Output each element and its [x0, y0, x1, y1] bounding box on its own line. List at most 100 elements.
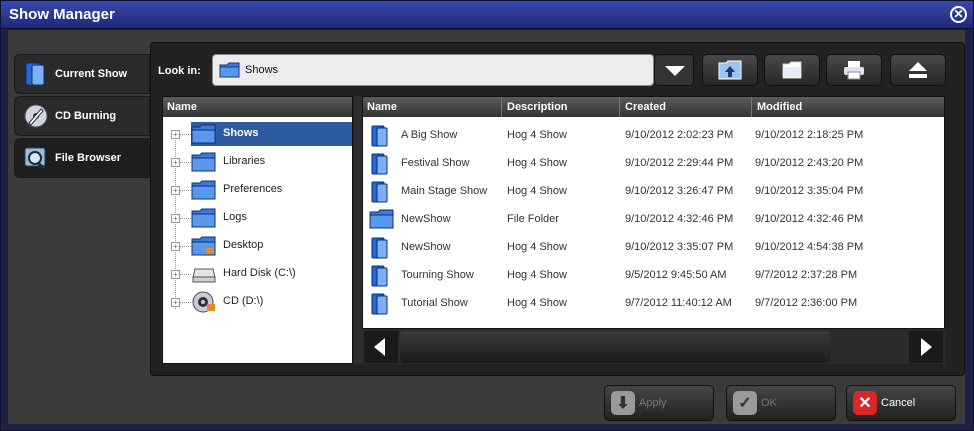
eject-button[interactable] — [890, 54, 946, 86]
pane-splitter[interactable] — [354, 96, 362, 364]
close-icon[interactable]: ✕ — [950, 6, 967, 23]
new-folder-icon — [782, 61, 802, 79]
tab-label: CD Burning — [55, 110, 117, 122]
folder-icon — [191, 152, 216, 172]
new-folder-button[interactable] — [764, 54, 820, 86]
cell-created: 9/10/2012 4:32:46 PM — [625, 213, 734, 225]
cell-modified: 9/10/2012 4:32:46 PM — [755, 213, 864, 225]
list-row[interactable]: Tutorial Show Hog 4 Show 9/7/2012 11:40:… — [363, 289, 944, 317]
cell-created: 9/10/2012 2:29:44 PM — [625, 157, 734, 169]
list-header: Name Description Created Modified — [363, 97, 944, 117]
cell-modified: 9/10/2012 2:43:20 PM — [755, 157, 864, 169]
tree-item-desktop[interactable]: + Desktop — [163, 233, 352, 259]
cell-name: Tourning Show — [401, 269, 474, 281]
look-in-label: Look in: — [158, 65, 201, 77]
list-row[interactable]: A Big Show Hog 4 Show 9/10/2012 2:02:23 … — [363, 121, 944, 149]
list-row[interactable]: Tourning Show Hog 4 Show 9/5/2012 9:45:5… — [363, 261, 944, 289]
eject-icon — [909, 62, 927, 78]
expand-icon[interactable]: + — [171, 270, 180, 279]
expand-icon[interactable]: + — [171, 158, 180, 167]
cell-name: NewShow — [401, 241, 451, 253]
expand-icon[interactable]: + — [171, 214, 180, 223]
folder-icon — [369, 209, 394, 229]
show-book-icon — [371, 181, 388, 203]
scroll-right-arrow-icon[interactable] — [909, 331, 943, 363]
column-header-created[interactable]: Created — [625, 101, 666, 113]
tab-current-show[interactable]: Current Show — [14, 54, 150, 94]
tree-item-hard-disk[interactable]: + Hard Disk (C:\) — [163, 261, 352, 287]
printer-icon — [844, 61, 864, 80]
cancel-button[interactable]: ✕ Cancel — [846, 385, 956, 421]
cell-description: Hog 4 Show — [507, 157, 567, 169]
tree-item-preferences[interactable]: + Preferences — [163, 177, 352, 203]
look-in-value: Shows — [245, 64, 279, 76]
cell-created: 9/10/2012 2:02:23 PM — [625, 129, 734, 141]
expand-icon[interactable]: + — [171, 298, 180, 307]
cell-modified: 9/7/2012 2:37:28 PM — [755, 269, 858, 281]
list-row[interactable]: Festival Show Hog 4 Show 9/10/2012 2:29:… — [363, 149, 944, 177]
folder-icon — [191, 208, 216, 228]
x-icon: ✕ — [853, 391, 877, 415]
title-bar: Show Manager ✕ — [1, 1, 973, 29]
tree-item-libraries[interactable]: + Libraries — [163, 149, 352, 175]
expand-icon[interactable]: + — [171, 186, 180, 195]
tree-item-shows[interactable]: + Shows — [163, 121, 352, 147]
column-header-name[interactable]: Name — [367, 101, 397, 113]
show-book-icon — [25, 62, 45, 86]
cell-description: Hog 4 Show — [507, 269, 567, 281]
tree-item-label: Libraries — [223, 155, 266, 167]
cell-name: Main Stage Show — [401, 185, 488, 197]
list-row[interactable]: NewShow File Folder 9/10/2012 4:32:46 PM… — [363, 205, 944, 233]
show-book-icon — [371, 125, 388, 147]
look-in-dropdown-button[interactable] — [654, 54, 694, 86]
folder-tree[interactable]: Name + Shows + Libraries + Preferences + — [162, 96, 353, 364]
list-row[interactable]: Main Stage Show Hog 4 Show 9/10/2012 3:2… — [363, 177, 944, 205]
column-header-modified[interactable]: Modified — [757, 101, 802, 113]
cell-created: 9/10/2012 3:26:47 PM — [625, 185, 734, 197]
cell-name: A Big Show — [401, 129, 458, 141]
ok-button[interactable]: ✓ OK — [726, 385, 836, 421]
cell-name: Tutorial Show — [401, 297, 468, 309]
tab-label: File Browser — [55, 152, 122, 164]
tab-file-browser[interactable]: File Browser — [14, 138, 150, 178]
show-book-icon — [371, 153, 388, 175]
column-header-description[interactable]: Description — [507, 101, 568, 113]
cell-description: File Folder — [507, 213, 559, 225]
tree-item-cd[interactable]: + CD (D:\) — [163, 289, 352, 315]
cell-name: NewShow — [401, 213, 451, 225]
expand-icon[interactable]: + — [171, 130, 180, 139]
tree-item-label: Desktop — [223, 239, 264, 251]
tree-item-label: Logs — [223, 211, 247, 223]
cell-created: 9/10/2012 3:35:07 PM — [625, 241, 734, 253]
print-button[interactable] — [826, 54, 882, 86]
list-row[interactable]: NewShow Hog 4 Show 9/10/2012 3:35:07 PM … — [363, 233, 944, 261]
cell-modified: 9/7/2012 2:36:00 PM — [755, 297, 858, 309]
apply-button[interactable]: ⬇ Apply — [604, 385, 714, 421]
cell-name: Festival Show — [401, 157, 470, 169]
show-book-icon — [371, 237, 388, 259]
cd-drive-icon — [192, 291, 215, 313]
look-in-select[interactable]: Shows — [212, 54, 654, 86]
scroll-left-arrow-icon[interactable] — [364, 331, 398, 363]
tree-item-logs[interactable]: + Logs — [163, 205, 352, 231]
scrollbar-thumb[interactable] — [400, 331, 830, 363]
show-book-icon — [371, 265, 388, 287]
desktop-folder-icon — [191, 236, 216, 256]
up-folder-button[interactable] — [702, 54, 758, 86]
expand-icon[interactable]: + — [171, 242, 180, 251]
file-list[interactable]: Name Description Created Modified A Big … — [362, 96, 945, 364]
tab-cd-burning[interactable]: CD Burning — [14, 96, 150, 136]
folder-icon — [191, 124, 216, 144]
apply-label: Apply — [639, 397, 667, 409]
cancel-label: Cancel — [881, 397, 916, 409]
tree-item-label: Preferences — [223, 183, 283, 195]
horizontal-scrollbar[interactable] — [362, 328, 945, 364]
folder-icon — [191, 180, 216, 200]
ok-label: OK — [761, 397, 777, 409]
window-title: Show Manager — [9, 6, 115, 23]
cell-description: Hog 4 Show — [507, 185, 567, 197]
file-browser-icon — [24, 147, 46, 170]
cell-created: 9/7/2012 11:40:12 AM — [625, 297, 732, 309]
cell-created: 9/5/2012 9:45:50 AM — [625, 269, 727, 281]
tab-label: Current Show — [55, 68, 128, 80]
